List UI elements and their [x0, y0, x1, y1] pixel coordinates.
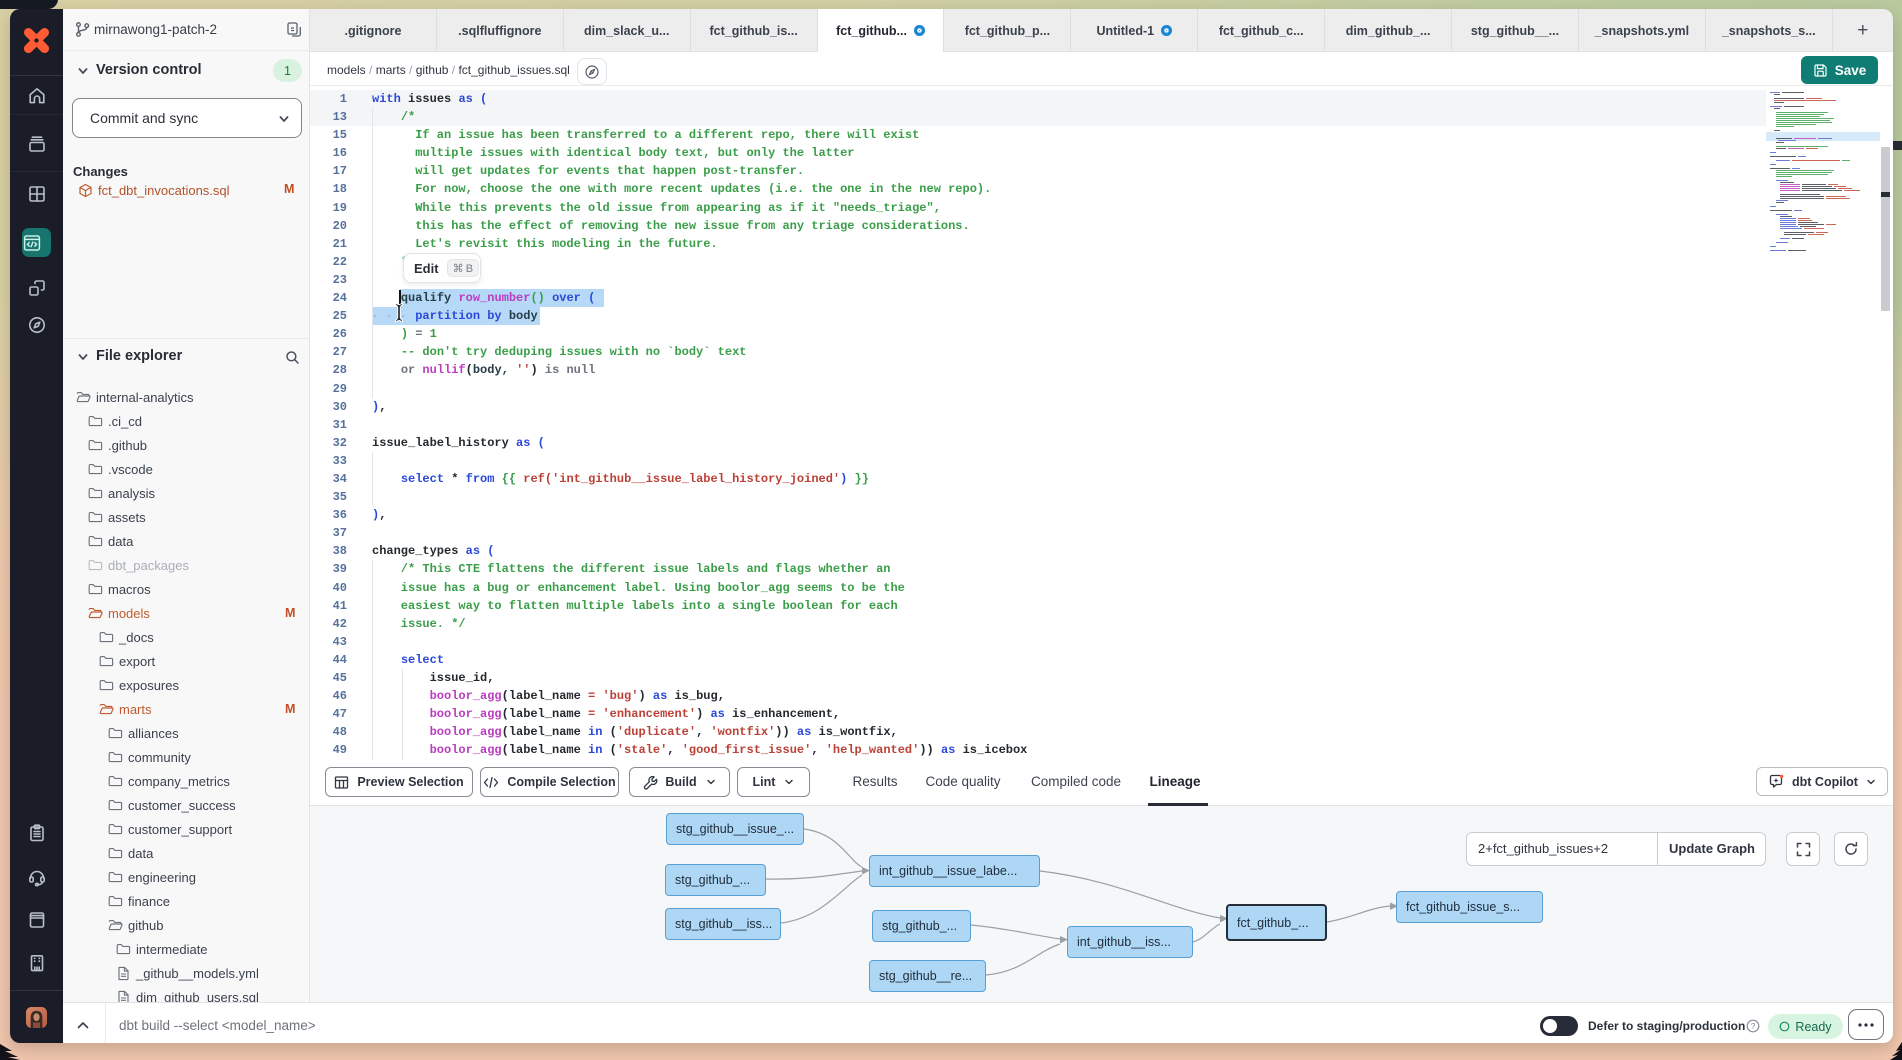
svg-text:?: ? — [1751, 1021, 1756, 1031]
